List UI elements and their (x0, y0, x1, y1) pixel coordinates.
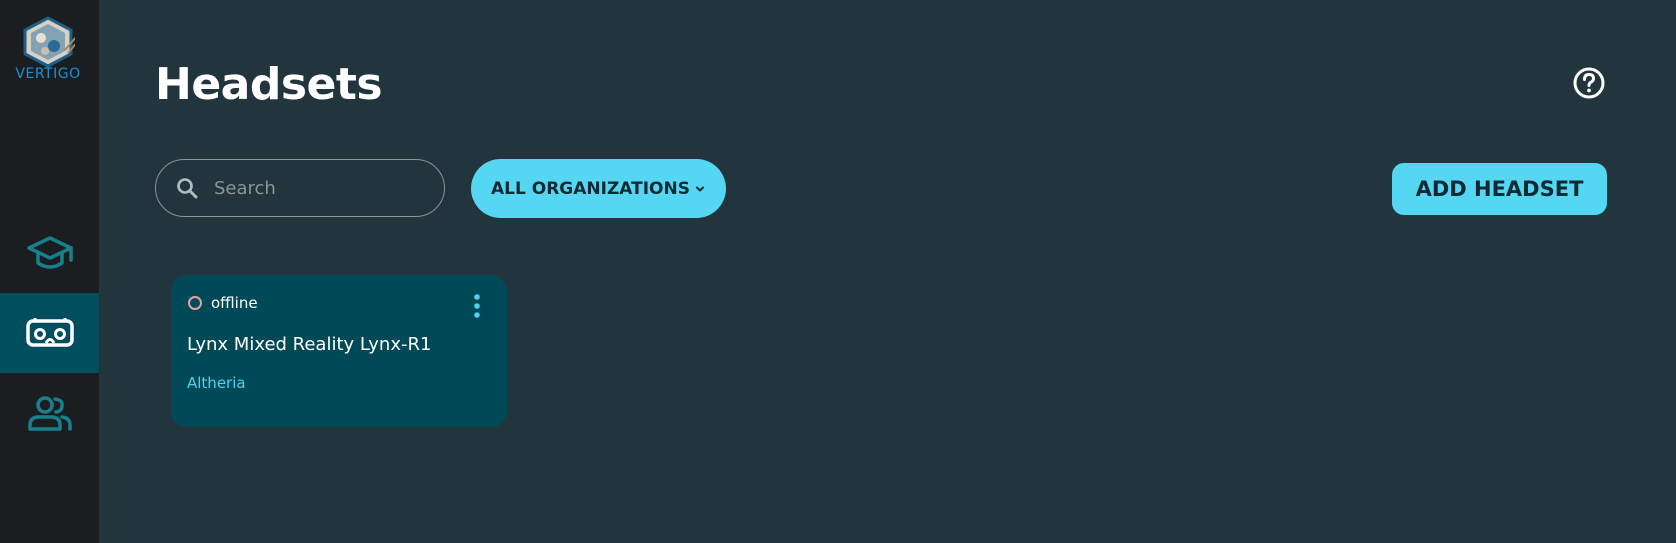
sidebar-item-users[interactable] (0, 373, 99, 453)
organization-filter-label: ALL ORGANIZATIONS (491, 178, 690, 199)
search-input[interactable] (212, 167, 436, 209)
chevron-down-icon (694, 183, 706, 195)
more-vertical-icon (474, 294, 480, 318)
sidebar-item-headsets[interactable] (0, 293, 99, 373)
help-button[interactable] (1572, 66, 1606, 100)
headset-organization-link[interactable]: Altheria (187, 373, 246, 393)
sidebar: VERTIGO (0, 0, 99, 543)
card-menu-button[interactable] (467, 292, 487, 322)
headset-name: Lynx Mixed Reality Lynx-R1 (187, 334, 432, 355)
search-icon (176, 177, 198, 199)
page-title: Headsets (155, 59, 383, 110)
status-text: offline (211, 294, 258, 312)
status-indicator: offline (188, 294, 258, 312)
status-dot-icon (188, 296, 202, 310)
logo-text: VERTIGO (15, 66, 81, 82)
app-logo[interactable]: VERTIGO (12, 16, 84, 86)
add-headset-button[interactable]: ADD HEADSET (1392, 163, 1607, 215)
users-icon (27, 396, 72, 431)
organization-filter-dropdown[interactable]: ALL ORGANIZATIONS (471, 159, 726, 218)
vr-headset-icon (25, 318, 74, 347)
headset-card[interactable]: offline Lynx Mixed Reality Lynx-R1 Althe… (171, 275, 507, 427)
graduation-cap-icon (26, 236, 73, 269)
sidebar-item-courses[interactable] (0, 214, 99, 294)
logo-hexagon-icon (23, 16, 75, 68)
help-circle-icon (1573, 67, 1605, 99)
search-box[interactable] (155, 159, 445, 217)
